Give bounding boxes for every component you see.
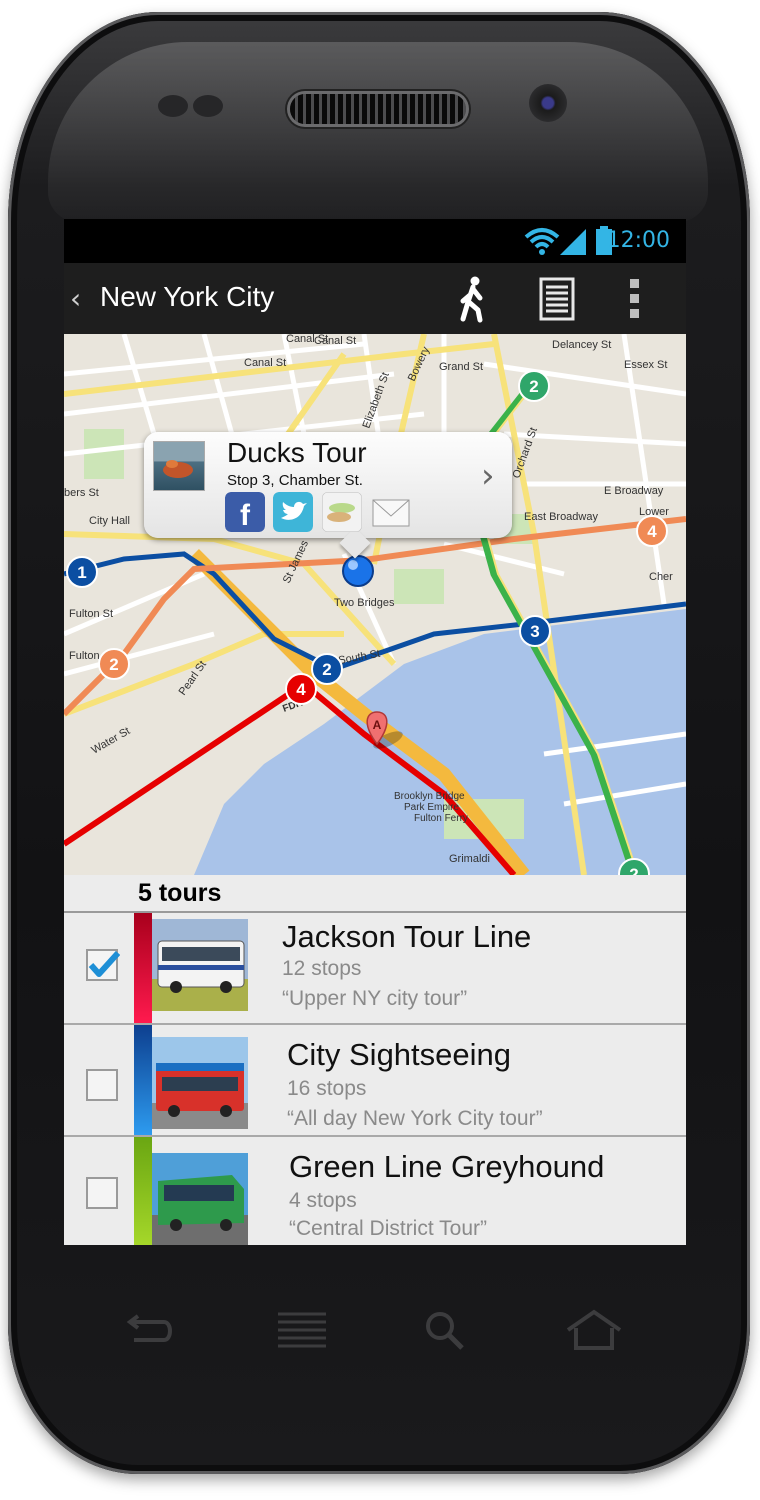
street-label: Water St	[90, 725, 133, 757]
street-label: Two Bridges	[334, 597, 395, 609]
duck-tour-thumbnail	[153, 441, 205, 491]
route-marker[interactable]: 2	[311, 653, 343, 685]
street-label: Grimaldi	[449, 853, 490, 865]
front-camera	[529, 84, 567, 122]
bus-thumbnail	[152, 1153, 248, 1245]
tour-description: “Central District Tour”	[289, 1217, 487, 1240]
street-label: Cher	[649, 571, 673, 583]
twitter-icon[interactable]	[273, 492, 313, 532]
svg-text:2: 2	[529, 377, 538, 396]
proximity-sensor	[158, 95, 188, 117]
street-label: Fulton	[69, 650, 100, 662]
bus-thumbnail	[152, 1037, 248, 1129]
street-label: Bowery	[406, 345, 433, 384]
home-icon[interactable]	[564, 1306, 624, 1358]
park-block	[84, 429, 124, 479]
route-marker[interactable]: 2	[518, 370, 550, 402]
checkmark-icon	[88, 950, 121, 977]
street-label: Fulton Ferry	[414, 813, 468, 824]
status-bar: 12:00	[64, 219, 686, 263]
tours-count: 5 tours	[138, 879, 222, 907]
route-color-bar	[134, 1025, 152, 1135]
svg-text:4: 4	[647, 522, 657, 541]
street-label: Essex St	[624, 359, 667, 371]
street-label: Fulton St	[69, 608, 113, 620]
current-location-marker[interactable]	[342, 555, 374, 587]
tour-name: City Sightseeing	[287, 1037, 512, 1072]
route-marker[interactable]: 3	[519, 615, 551, 647]
route-marker[interactable]: 4	[285, 673, 317, 705]
status-time: 12:00	[606, 228, 670, 253]
search-icon[interactable]	[418, 1306, 478, 1358]
phone-gloss	[48, 42, 708, 222]
earpiece-speaker	[290, 94, 466, 124]
svg-text:3: 3	[530, 622, 539, 641]
tour-name: Jackson Tour Line	[282, 919, 532, 954]
route-marker[interactable]: 1	[66, 556, 98, 588]
tour-row-jackson[interactable]: Jackson Tour Line 12 stops “Upper NY cit…	[64, 913, 686, 1025]
tour-name: Green Line Greyhound	[289, 1149, 605, 1184]
tour-checkbox[interactable]	[86, 949, 121, 981]
page-title[interactable]: New York City	[100, 281, 274, 313]
street-label: bers St	[64, 487, 99, 499]
svg-text:4: 4	[296, 680, 306, 699]
tour-row-green-line[interactable]: Green Line Greyhound 4 stops “Central Di…	[64, 1137, 686, 1245]
street-label: Brooklyn Bridge	[394, 791, 465, 802]
light-sensor	[193, 95, 223, 117]
pin-label: A	[373, 718, 382, 732]
tour-description: “Upper NY city tour”	[282, 987, 468, 1010]
tour-row-city-sightseeing[interactable]: City Sightseeing 16 stops “All day New Y…	[64, 1025, 686, 1137]
facebook-icon[interactable]: f	[225, 492, 265, 532]
status-icons	[524, 226, 612, 255]
map-view[interactable]: Canal St Canal St Canal St Grand St Dela…	[64, 334, 686, 875]
tour-checkbox[interactable]	[86, 1177, 118, 1209]
street-label: E Broadway	[604, 485, 664, 497]
map-canvas[interactable]: Canal St Canal St Canal St Grand St Dela…	[64, 334, 686, 875]
route-color-bar	[134, 1137, 152, 1245]
signal-icon	[560, 229, 586, 255]
street-label: City Hall	[89, 515, 130, 527]
svg-text:2: 2	[629, 865, 638, 875]
street-label: Canal St	[244, 357, 286, 369]
svg-text:f: f	[240, 499, 251, 532]
chat-icon[interactable]	[322, 492, 362, 532]
route-color-bar	[134, 913, 152, 1023]
street-label: East Broadway	[524, 511, 598, 523]
popup-subtitle: Stop 3, Chamber St.	[227, 472, 363, 489]
tour-stops: 4 stops	[289, 1189, 357, 1212]
menu-icon[interactable]	[272, 1306, 332, 1358]
street-label: Grand St	[439, 361, 483, 373]
route-marker[interactable]: 2	[98, 648, 130, 680]
up-navigation-icon[interactable]: ‹	[70, 282, 92, 316]
svg-text:1: 1	[77, 563, 86, 582]
street-label: Park Empire	[404, 802, 459, 813]
walking-person-icon[interactable]	[449, 275, 497, 323]
tour-info-popup[interactable]: Ducks Tour Stop 3, Chamber St. › f	[144, 432, 512, 559]
popup-title: Ducks Tour	[227, 437, 367, 468]
park-block	[394, 569, 444, 604]
wifi-icon	[524, 228, 560, 255]
street-label: South St	[337, 648, 381, 667]
svg-text:2: 2	[322, 660, 331, 679]
street-label: Canal St	[314, 335, 356, 347]
action-bar: ‹ New York City	[64, 263, 686, 334]
back-icon[interactable]	[120, 1306, 180, 1358]
popup-details-arrow[interactable]: ›	[481, 456, 495, 496]
tour-stops: 16 stops	[287, 1077, 367, 1100]
route-marker[interactable]: 4	[636, 515, 668, 547]
bus-thumbnail	[152, 919, 248, 1011]
overflow-menu-icon[interactable]	[612, 275, 660, 323]
tour-stops: 12 stops	[282, 957, 362, 980]
tours-list-header: 5 tours	[64, 875, 686, 913]
email-icon[interactable]	[371, 492, 411, 532]
tour-description: “All day New York City tour”	[287, 1107, 543, 1130]
tour-checkbox[interactable]	[86, 1069, 118, 1101]
street-label: Delancey St	[552, 339, 611, 351]
screen: 12:00 ‹ New York City Canal St Canal St …	[64, 219, 686, 1245]
list-view-icon[interactable]	[534, 275, 582, 323]
svg-text:2: 2	[109, 655, 118, 674]
